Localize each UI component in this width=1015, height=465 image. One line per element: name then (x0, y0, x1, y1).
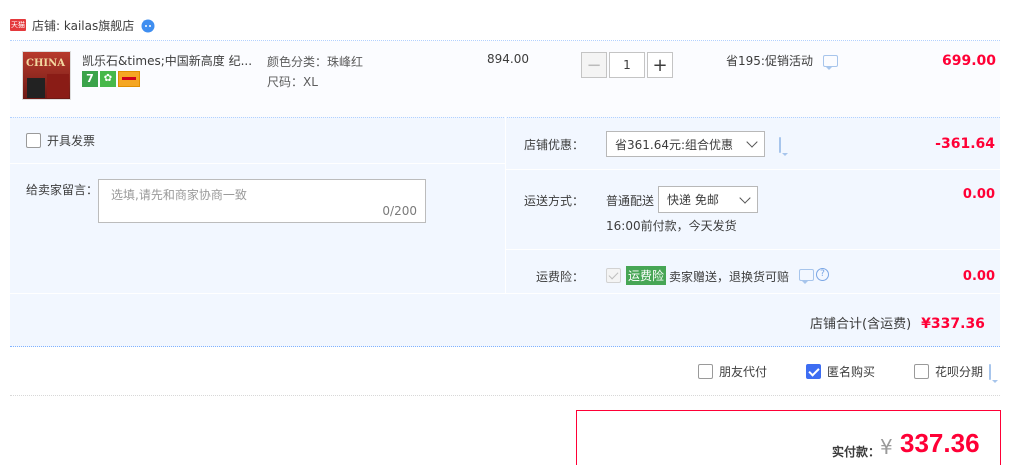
message-icon[interactable] (822, 54, 838, 70)
shop-discount-amount: -361.64 (935, 136, 995, 152)
friend-pay-option[interactable]: 朋友代付 (698, 363, 767, 380)
final-payment-label: 实付款： (832, 445, 881, 459)
shop-total-label: 店铺合计(含运费) (810, 317, 912, 332)
item-subtotal: 699.00 (941, 53, 996, 69)
invoice-checkbox[interactable] (26, 133, 41, 148)
message-icon[interactable] (799, 268, 814, 284)
shop-total-value: ¥337.36 (921, 316, 985, 332)
friend-pay-checkbox[interactable] (698, 364, 713, 379)
huabei-checkbox[interactable] (914, 364, 929, 379)
divider (10, 293, 1000, 294)
shop-header: 天猫 店铺: kailas旗舰店 (10, 14, 156, 36)
anonymous-purchase-label: 匿名购买 (827, 365, 876, 379)
tmall-icon: 天猫 (10, 19, 26, 31)
invoice-label: 开具发票 (47, 134, 96, 148)
huabei-installment-option[interactable]: 花呗分期 (914, 363, 983, 380)
unit-price: 894.00 (487, 52, 529, 66)
decrease-quantity-button[interactable]: − (581, 52, 607, 78)
shipping-note: 16:00前付款，今天发货 (606, 219, 737, 233)
product-title-link[interactable]: 凯乐石&times;中国新高度 纪... (82, 52, 262, 69)
shop-discount-select[interactable]: 省361.64元:组合优惠 (606, 131, 765, 157)
remark-char-count: 0/200 (382, 204, 417, 218)
divider (10, 395, 1000, 396)
guarantee-icon[interactable]: ✿ (100, 71, 116, 87)
remark-placeholder: 选填,请先和商家协商一致 (111, 188, 247, 202)
seller-message-input[interactable]: 选填,请先和商家协商一致 0/200 (98, 179, 426, 223)
increase-quantity-button[interactable]: + (647, 52, 673, 78)
message-icon[interactable] (989, 364, 991, 380)
friend-pay-label: 朋友代付 (719, 365, 768, 379)
shipping-method-value: 快递 免邮 (667, 193, 719, 207)
insurance-text: 卖家赠送，退换货可赔 (669, 270, 790, 284)
shop-total: 店铺合计(含运费) ¥337.36 (810, 313, 985, 332)
divider (506, 249, 1000, 250)
product-sku: 颜色分类：珠峰红 尺码：XL (267, 52, 363, 92)
wangwang-chat-icon[interactable] (140, 17, 156, 33)
divider (506, 169, 1000, 170)
product-image-part (47, 74, 69, 98)
sku-size: 尺码：XL (267, 75, 318, 89)
anonymous-purchase-checkbox[interactable] (806, 364, 821, 379)
final-payment-amount: 337.36 (900, 428, 980, 458)
sku-color: 颜色分类：珠峰红 (267, 55, 364, 69)
product-badges: 7 ✿ (82, 71, 140, 87)
chevron-down-icon (739, 191, 751, 204)
huabei-label: 花呗分期 (935, 365, 984, 379)
seven-day-return-icon[interactable]: 7 (82, 71, 98, 87)
currency-symbol: ¥ (880, 435, 893, 459)
quantity-stepper: − 1 + (581, 52, 673, 78)
shipping-type: 普通配送 (606, 194, 655, 208)
product-image-text: CHINA (26, 58, 65, 69)
anonymous-purchase-option[interactable]: 匿名购买 (806, 363, 875, 380)
invoice-option[interactable]: 开具发票 (26, 132, 95, 149)
insurance-icons: ? (799, 268, 829, 284)
shop-discount-value: 省361.64元:组合优惠 (615, 137, 734, 152)
shipping-fee: 0.00 (962, 187, 995, 202)
insurance-badge: 运费险 (626, 266, 667, 285)
shipping-method-select[interactable]: 快递 免邮 (658, 186, 758, 213)
shop-discount-label: 店铺优惠： (523, 138, 584, 152)
product-thumbnail[interactable]: CHINA (22, 51, 71, 100)
shop-name-link[interactable]: 店铺: kailas旗舰店 (32, 17, 134, 34)
promotion-label: 省195:促销活动 (726, 54, 813, 68)
product-image-part (27, 78, 45, 98)
promotion-info: 省195:促销活动 (726, 52, 838, 70)
shipping-label: 运送方式： (523, 194, 584, 208)
insurance-fee: 0.00 (962, 269, 995, 284)
insurance-checkbox (606, 268, 621, 283)
insurance-label: 运费险： (535, 270, 584, 284)
remark-label: 给卖家留言： (26, 183, 99, 197)
quantity-input[interactable]: 1 (609, 52, 645, 78)
divider (10, 163, 505, 164)
message-icon[interactable] (779, 137, 781, 153)
help-icon[interactable]: ? (816, 268, 829, 281)
chevron-down-icon (746, 136, 758, 148)
credit-card-icon[interactable] (118, 71, 140, 87)
